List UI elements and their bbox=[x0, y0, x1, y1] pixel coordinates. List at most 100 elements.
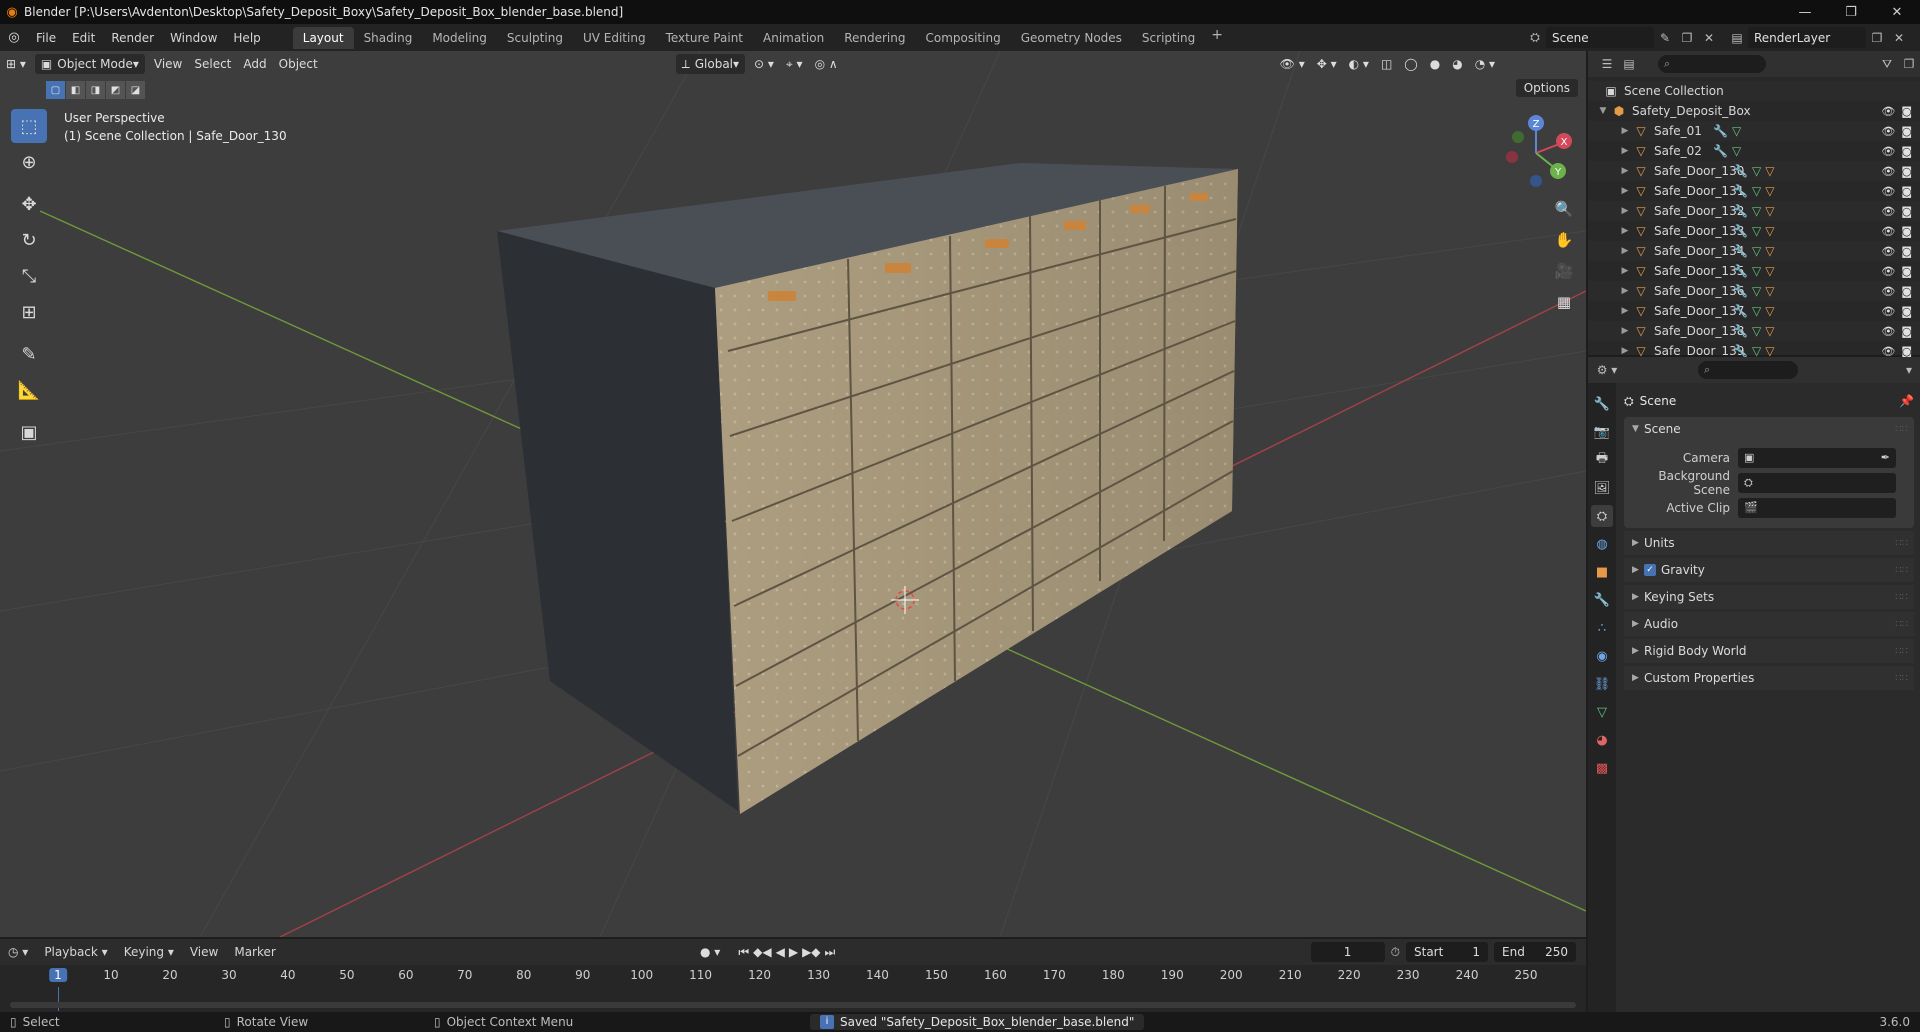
annotate-tool-icon[interactable]: ✎ bbox=[11, 337, 47, 371]
outliner-search-input[interactable]: ⌕ bbox=[1658, 55, 1766, 73]
render-camera-icon[interactable]: ◙ bbox=[1901, 105, 1912, 118]
render-camera-icon[interactable]: ◙ bbox=[1901, 285, 1912, 298]
material-icon[interactable]: ▽ bbox=[1765, 304, 1774, 318]
tab-animation[interactable]: Animation bbox=[753, 27, 834, 49]
next-keyframe-icon[interactable]: ▶◆ bbox=[802, 945, 820, 960]
render-camera-icon[interactable]: ◙ bbox=[1901, 245, 1912, 258]
pin-icon[interactable]: 📌 bbox=[1899, 394, 1914, 408]
expand-arrow-icon[interactable]: ▶ bbox=[1618, 206, 1632, 216]
select-menu[interactable]: Select bbox=[188, 54, 237, 74]
gizmo-neg-x-icon[interactable] bbox=[1506, 151, 1518, 163]
pin-icon[interactable]: ✎ bbox=[1654, 27, 1676, 48]
outliner-item[interactable]: ▶ ▽ Safe_Door_133 🔧 ▽ ▽ 👁 ◙ bbox=[1588, 221, 1920, 241]
close-button[interactable]: ✕ bbox=[1874, 0, 1920, 24]
tab-sculpting[interactable]: Sculpting bbox=[497, 27, 573, 49]
ortho-grid-icon[interactable]: ▦ bbox=[1550, 288, 1578, 316]
drag-grip-icon[interactable]: ∷∷ bbox=[1895, 646, 1908, 657]
menu-edit[interactable]: Edit bbox=[64, 31, 103, 45]
safety-deposit-box-model[interactable] bbox=[497, 163, 1238, 814]
visibility-eye-icon[interactable]: 👁 bbox=[1881, 145, 1895, 158]
cursor-tool-icon[interactable]: ⊕ bbox=[11, 145, 47, 179]
visibility-eye-icon[interactable]: 👁 bbox=[1881, 105, 1895, 118]
modifiers-tab-icon[interactable]: 🔧 bbox=[1591, 589, 1613, 611]
camera-field[interactable]: ▣ ✒ bbox=[1738, 447, 1896, 468]
expand-arrow-icon[interactable]: ▶ bbox=[1618, 246, 1632, 256]
visibility-icon[interactable]: 👁 ▾ bbox=[1274, 54, 1311, 74]
panel-keying-sets[interactable]: ▶ Keying Sets ∷∷ bbox=[1624, 585, 1914, 609]
display-mode-icon[interactable]: ▤ bbox=[1618, 54, 1640, 75]
properties-editor-type-icon[interactable]: ⚙ ▾ bbox=[1596, 360, 1618, 381]
tab-texture-paint[interactable]: Texture Paint bbox=[656, 27, 753, 49]
menu-file[interactable]: File bbox=[28, 31, 64, 45]
add-workspace-icon[interactable]: + bbox=[1205, 27, 1229, 49]
menu-window[interactable]: Window bbox=[162, 31, 225, 45]
shading-solid-icon[interactable]: ● bbox=[1424, 54, 1446, 74]
navigation-gizmo[interactable]: Z X Y bbox=[1500, 113, 1572, 189]
mesh-data-icon[interactable]: ▽ bbox=[1752, 184, 1761, 198]
mesh-data-icon[interactable]: ▽ bbox=[1752, 304, 1761, 318]
scene-tab-icon[interactable]: ⛭ bbox=[1591, 505, 1613, 527]
tab-compositing[interactable]: Compositing bbox=[915, 27, 1010, 49]
particles-tab-icon[interactable]: ∴ bbox=[1591, 617, 1613, 639]
mesh-data-icon[interactable]: ▽ bbox=[1752, 244, 1761, 258]
new-scene-icon[interactable]: ❐ bbox=[1676, 27, 1698, 48]
pan-hand-icon[interactable]: ✋ bbox=[1550, 226, 1578, 254]
modifier-wrench-icon[interactable]: 🔧 bbox=[1733, 204, 1748, 218]
tool-tab-icon[interactable]: 🔧 bbox=[1591, 393, 1613, 415]
eyedropper-icon[interactable]: ✒ bbox=[1881, 451, 1890, 464]
panel-gravity[interactable]: ▶ ✓ Gravity ∷∷ bbox=[1624, 558, 1914, 582]
jump-end-icon[interactable]: ⏭ bbox=[825, 945, 836, 960]
material-icon[interactable]: ▽ bbox=[1765, 324, 1774, 338]
menu-render[interactable]: Render bbox=[103, 31, 162, 45]
visibility-eye-icon[interactable]: 👁 bbox=[1881, 345, 1895, 358]
prev-keyframe-icon[interactable]: ◆◀ bbox=[753, 945, 771, 960]
pivot-point-icon[interactable]: ⊙ ▾ bbox=[748, 54, 780, 74]
shading-rendered-icon[interactable]: ◔ ▾ bbox=[1469, 54, 1501, 74]
move-tool-icon[interactable]: ✥ bbox=[11, 187, 47, 221]
end-frame-field[interactable]: End 250 bbox=[1494, 942, 1576, 962]
texture-tab-icon[interactable]: ▩ bbox=[1591, 757, 1613, 779]
render-camera-icon[interactable]: ◙ bbox=[1901, 305, 1912, 318]
add-menu[interactable]: Add bbox=[237, 54, 272, 74]
modifier-wrench-icon[interactable]: 🔧 bbox=[1733, 184, 1748, 198]
gravity-checkbox[interactable]: ✓ bbox=[1644, 564, 1656, 576]
outliner-item[interactable]: ▶ ▽ Safe_Door_137 🔧 ▽ ▽ 👁 ◙ bbox=[1588, 301, 1920, 321]
tab-geometry-nodes[interactable]: Geometry Nodes bbox=[1011, 27, 1132, 49]
play-reverse-icon[interactable]: ◀ bbox=[776, 945, 785, 960]
tab-modeling[interactable]: Modeling bbox=[422, 27, 497, 49]
xray-icon[interactable]: ◫ bbox=[1375, 54, 1398, 74]
drag-grip-icon[interactable]: ∷∷ bbox=[1895, 538, 1908, 549]
modifier-wrench-icon[interactable]: 🔧 bbox=[1733, 264, 1748, 278]
material-icon[interactable]: ▽ bbox=[1765, 344, 1774, 358]
outliner-item[interactable]: ▶ ▽ Safe_Door_136 🔧 ▽ ▽ 👁 ◙ bbox=[1588, 281, 1920, 301]
maximize-button[interactable]: ❐ bbox=[1828, 0, 1874, 24]
select-subtract-icon[interactable]: ◨ bbox=[86, 81, 105, 99]
view-layer-field[interactable]: RenderLayer bbox=[1748, 27, 1866, 48]
outliner-editor-type-icon[interactable]: ☰ bbox=[1596, 54, 1618, 75]
mesh-data-icon[interactable]: ▽ bbox=[1732, 124, 1741, 138]
render-camera-icon[interactable]: ◙ bbox=[1901, 325, 1912, 338]
outliner-item[interactable]: ▶ ▽ Safe_Door_134 🔧 ▽ ▽ 👁 ◙ bbox=[1588, 241, 1920, 261]
background-scene-field[interactable]: ⛭ bbox=[1738, 472, 1896, 493]
mesh-data-icon[interactable]: ▽ bbox=[1752, 164, 1761, 178]
modifier-wrench-icon[interactable]: 🔧 bbox=[1733, 284, 1748, 298]
mesh-data-icon[interactable]: ▽ bbox=[1732, 144, 1741, 158]
modifier-wrench-icon[interactable]: 🔧 bbox=[1733, 244, 1748, 258]
object-tab-icon[interactable]: ■ bbox=[1591, 561, 1613, 583]
drag-grip-icon[interactable]: ∷∷ bbox=[1895, 619, 1908, 630]
gizmo-neg-z-icon[interactable] bbox=[1530, 175, 1542, 187]
mesh-data-icon[interactable]: ▽ bbox=[1752, 284, 1761, 298]
filter-icon[interactable]: ⛛ bbox=[1876, 54, 1898, 75]
proportional-edit-icon[interactable]: ◎ ∧ bbox=[809, 54, 844, 74]
modifier-wrench-icon[interactable]: 🔧 bbox=[1713, 144, 1728, 158]
frame-ruler[interactable]: 1 10 20 30 40 50 60 70 80 90 100 110 120 130 140 150 160… bbox=[0, 965, 1586, 987]
minimize-button[interactable]: — bbox=[1782, 0, 1828, 24]
blender-menu-icon[interactable]: ◎ bbox=[0, 30, 28, 45]
zoom-icon[interactable]: 🔍 bbox=[1550, 195, 1578, 223]
panel-rigid-body-world[interactable]: ▶ Rigid Body World ∷∷ bbox=[1624, 639, 1914, 663]
scene-field[interactable]: Scene bbox=[1546, 27, 1654, 48]
select-new-icon[interactable]: ▢ bbox=[46, 81, 65, 99]
render-camera-icon[interactable]: ◙ bbox=[1901, 265, 1912, 278]
render-camera-icon[interactable]: ◙ bbox=[1901, 345, 1912, 358]
drag-grip-icon[interactable]: ∷∷ bbox=[1895, 673, 1908, 684]
